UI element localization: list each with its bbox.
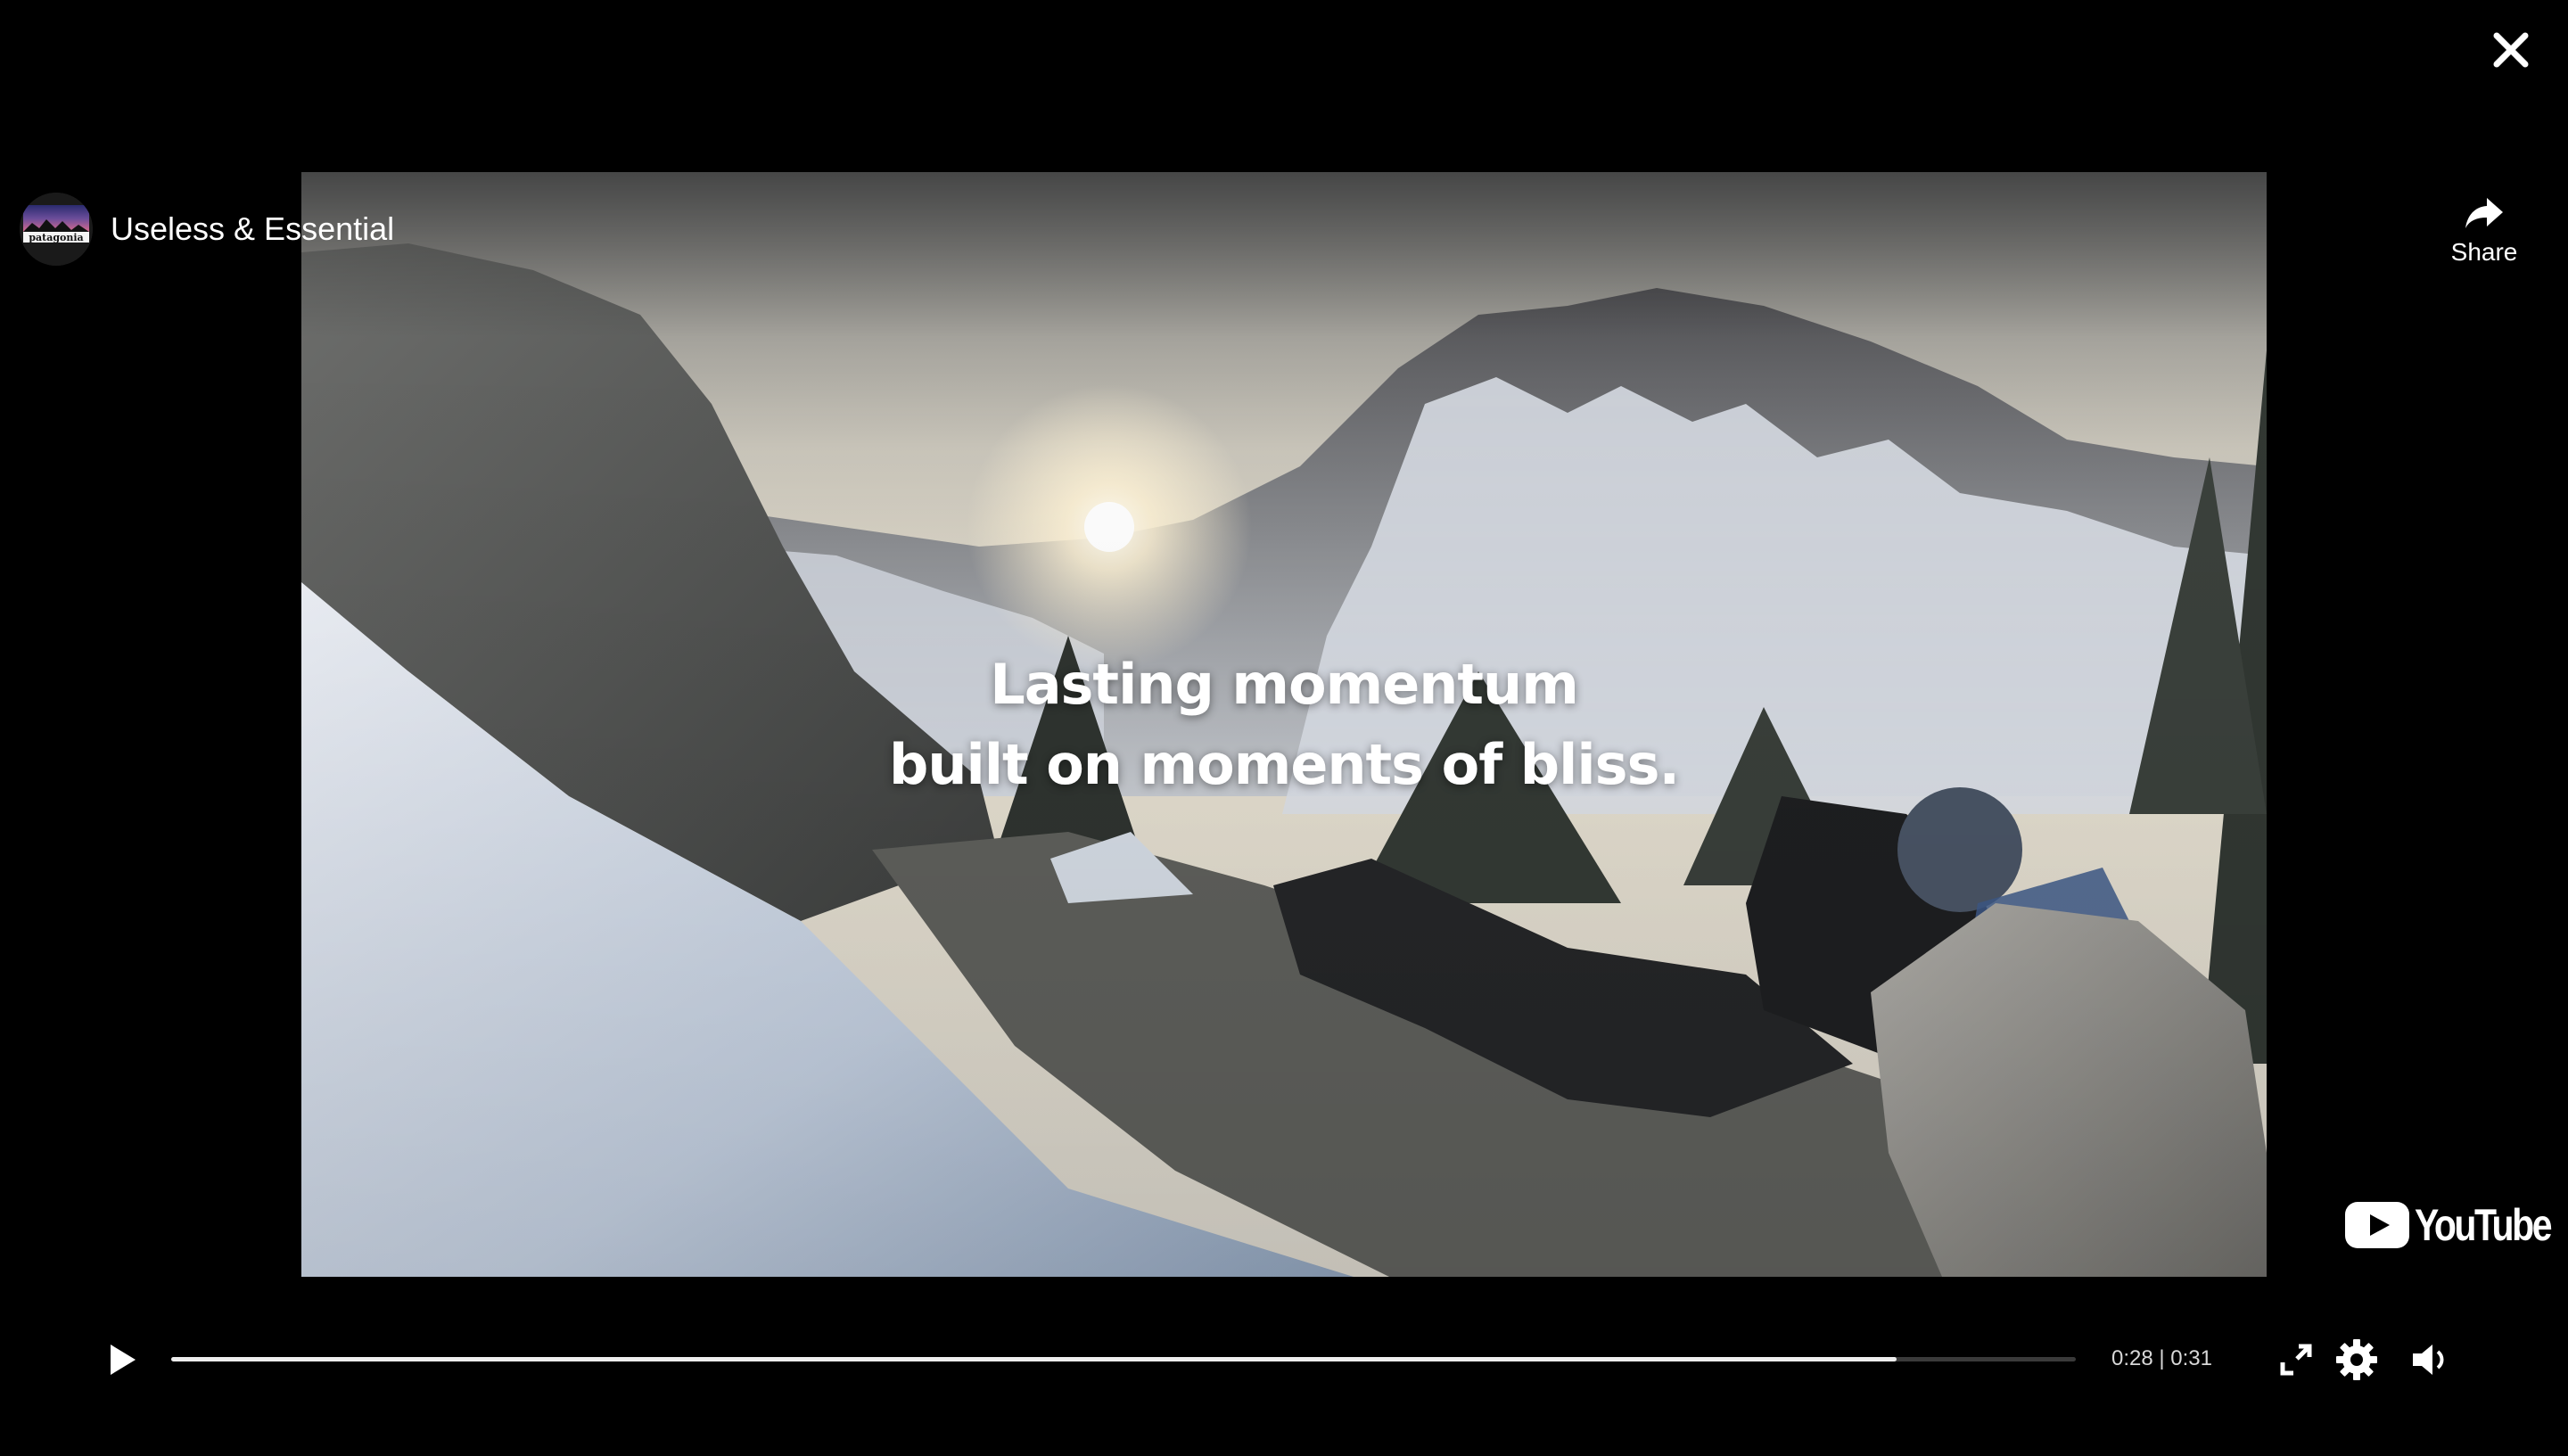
volume-button[interactable] — [2408, 1337, 2452, 1382]
channel-header: patagonia Useless & Essential — [20, 193, 394, 266]
volume-icon — [2413, 1345, 2444, 1375]
player-controls: 0:28 | 0:31 — [0, 1328, 2568, 1391]
settings-button[interactable] — [2334, 1337, 2379, 1382]
channel-avatar[interactable]: patagonia — [20, 193, 93, 266]
share-arrow-icon — [2465, 198, 2503, 228]
progress-bar[interactable] — [171, 1357, 2076, 1361]
caption-line-2: built on moments of bliss. — [888, 732, 1680, 797]
close-button[interactable] — [2488, 27, 2534, 73]
patagonia-logo-icon: patagonia — [20, 193, 93, 266]
share-button[interactable]: Share — [2440, 194, 2529, 267]
progress-bar-played — [171, 1357, 1897, 1361]
gear-icon — [2336, 1339, 2377, 1380]
play-button[interactable] — [100, 1337, 144, 1382]
youtube-wordmark: YouTube — [2415, 1200, 2553, 1250]
video-frame[interactable]: Lasting momentum built on moments of bli… — [301, 172, 2267, 1277]
time-display: 0:28 | 0:31 — [2111, 1346, 2212, 1370]
close-icon — [2493, 32, 2529, 68]
fullscreen-icon — [2280, 1344, 2312, 1376]
video-lightbox: Lasting momentum built on moments of bli… — [0, 0, 2568, 1456]
share-label: Share — [2450, 238, 2518, 266]
svg-text:patagonia: patagonia — [29, 232, 83, 243]
play-icon — [111, 1345, 136, 1375]
fullscreen-button[interactable] — [2274, 1337, 2318, 1382]
caption-line-1: Lasting momentum — [990, 652, 1579, 717]
youtube-play-icon — [2345, 1202, 2409, 1248]
youtube-logo-link[interactable]: YouTube — [2345, 1200, 2568, 1250]
channel-title-link[interactable]: Useless & Essential — [111, 210, 394, 248]
video-caption: Lasting momentum built on moments of bli… — [301, 645, 2267, 805]
